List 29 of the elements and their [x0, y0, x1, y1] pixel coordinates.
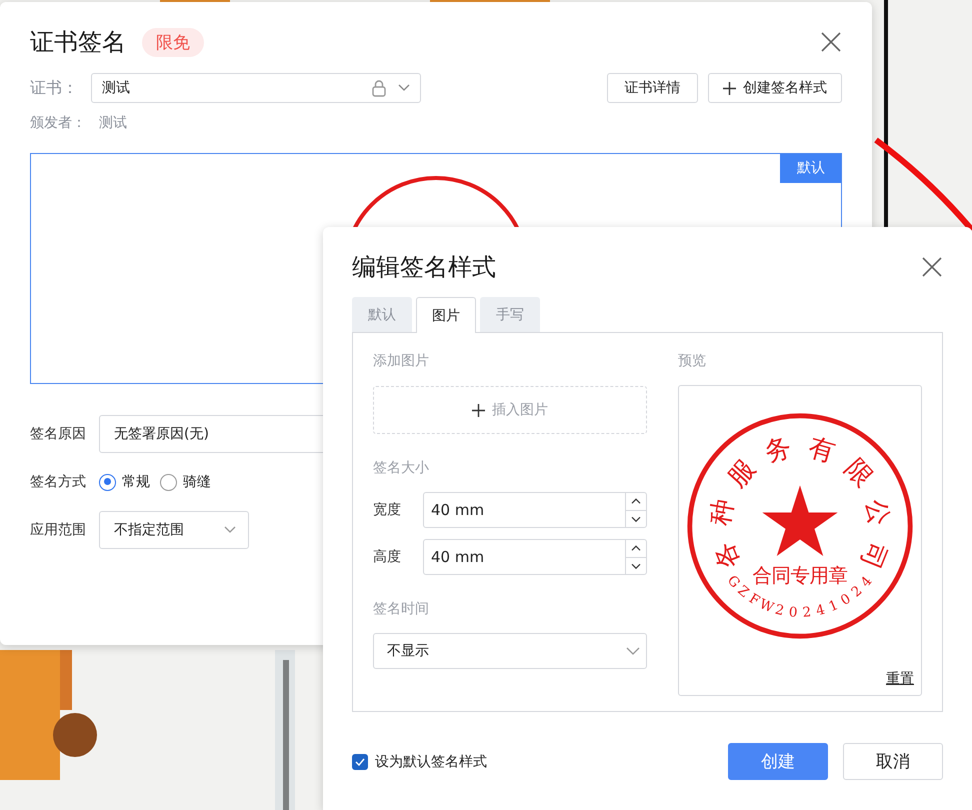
size-label: 签名大小	[373, 459, 430, 478]
dimension-label: 高度	[373, 548, 402, 566]
cancel-button[interactable]: 取消	[843, 743, 943, 780]
certificate-label: 证书：	[30, 78, 79, 98]
dimension-label: 宽度	[373, 501, 402, 519]
create-style-button[interactable]: 创建签名样式	[708, 73, 842, 103]
reset-link[interactable]: 重置	[886, 670, 914, 688]
preview-label: 预览	[678, 352, 707, 371]
free-badge: 限免	[142, 28, 204, 56]
number-field[interactable]: 40 mm	[423, 492, 647, 528]
method-label: 签名方式	[30, 473, 87, 491]
time-label: 签名时间	[373, 600, 430, 619]
certificate-select[interactable]: 测试	[91, 73, 421, 103]
scope-label: 应用范围	[30, 521, 87, 539]
number-field[interactable]: 40 mm	[423, 539, 647, 575]
reason-label: 签名原因	[30, 425, 87, 443]
tab[interactable]: 图片	[416, 297, 476, 333]
default-style-checkbox[interactable]: 设为默认签名样式	[352, 752, 487, 770]
issuer-label: 颁发者：	[30, 114, 86, 133]
details-button[interactable]: 证书详情	[607, 73, 698, 103]
add-image-label: 添加图片	[373, 352, 430, 371]
default-tag: 默认	[780, 154, 841, 183]
time-select[interactable]: 不显示	[373, 633, 647, 669]
scope-select[interactable]: 不指定范围	[99, 511, 249, 549]
issuer-value: 测试	[99, 114, 127, 133]
dialog-title: 证书签名	[30, 27, 126, 58]
method-radio[interactable]: 常规	[99, 473, 150, 491]
dialog-title: 编辑签名样式	[352, 252, 496, 283]
method-radio[interactable]: 骑缝	[160, 473, 211, 491]
